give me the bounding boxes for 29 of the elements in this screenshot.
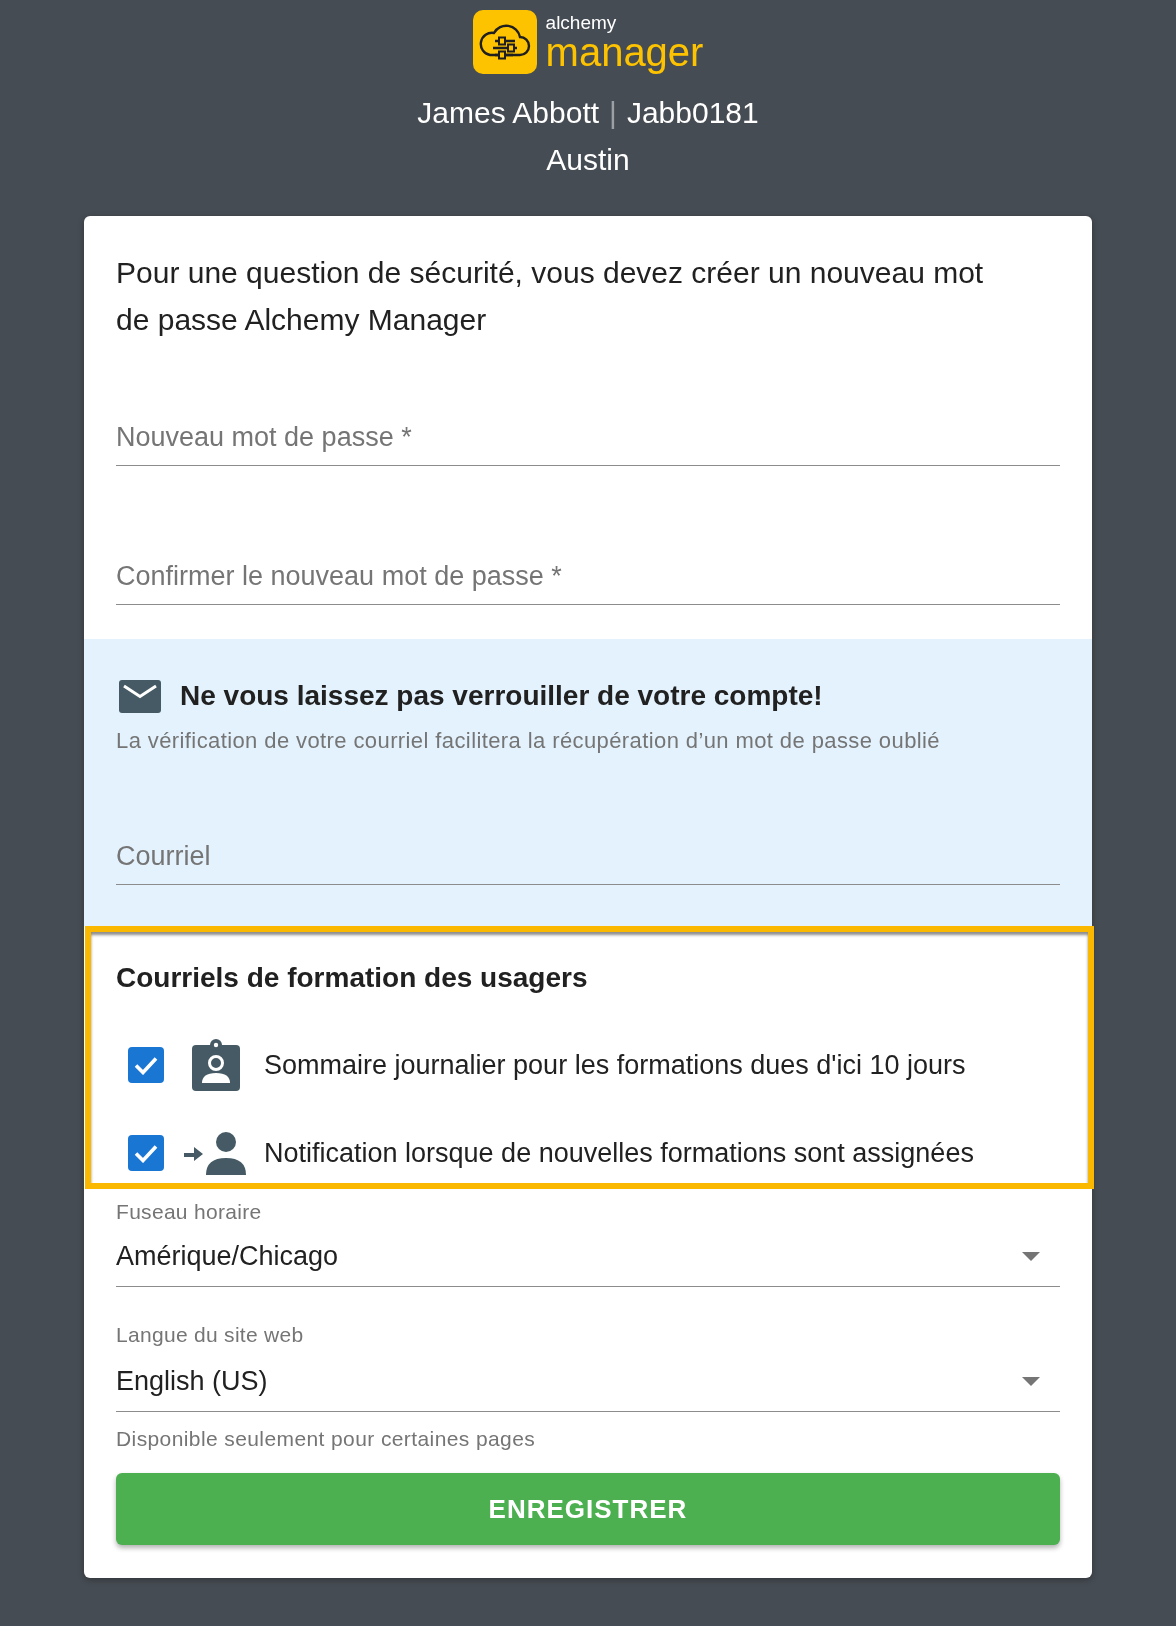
- checkbox-label: Sommaire journalier pour les formations dues d'ici 10 jours: [264, 1048, 966, 1082]
- user-name: James Abbott: [417, 94, 600, 131]
- checkbox[interactable]: [128, 1135, 164, 1171]
- field-label: Fuseau horaire: [116, 1200, 263, 1224]
- caret-icon: [1022, 1377, 1040, 1386]
- person-badge-icon: [192, 1039, 240, 1091]
- password-field[interactable]: Nouveau mot de passe *: [116, 419, 1060, 466]
- language-select[interactable]: English (US): [116, 1362, 1060, 1412]
- envelope-icon: [119, 679, 161, 713]
- location-text: Austin: [546, 142, 630, 178]
- logo-subtitle: alchemy: [545, 13, 618, 33]
- field-label: Langue du site web: [116, 1323, 305, 1347]
- timezone-select[interactable]: Amérique/Chicago: [116, 1237, 1060, 1287]
- intro-text: Pour une question de sécurité, vous devez créer un nouveau mot de passe Alchemy Manager: [116, 255, 985, 338]
- caret-icon: [1022, 1252, 1040, 1261]
- cloud-logo-icon: [472, 10, 537, 74]
- panel-subtitle: La vérification de votre courriel facilitera la récupération d’un mot de passe oublié: [116, 727, 941, 755]
- checkbox[interactable]: [128, 1047, 164, 1083]
- user-id: Jabb0181: [626, 94, 759, 131]
- checkmark-icon: [134, 1055, 158, 1075]
- checkmark-icon: [134, 1143, 158, 1163]
- email-field[interactable]: Courriel: [116, 838, 1060, 885]
- panel-heading: Ne vous laissez pas verrouiller de votre compte!: [180, 679, 823, 713]
- checkbox-label: Notification lorsque de nouvelles formations sont assignées: [264, 1136, 974, 1170]
- name-separator: |: [609, 94, 617, 131]
- arrow-person-icon: [184, 1131, 248, 1175]
- section-heading: Courriels de formation des usagers: [116, 961, 589, 995]
- password-field[interactable]: Confirmer le nouveau mot de passe *: [116, 558, 1060, 605]
- helper-text: Disponible seulement pour certaines pages: [116, 1427, 537, 1451]
